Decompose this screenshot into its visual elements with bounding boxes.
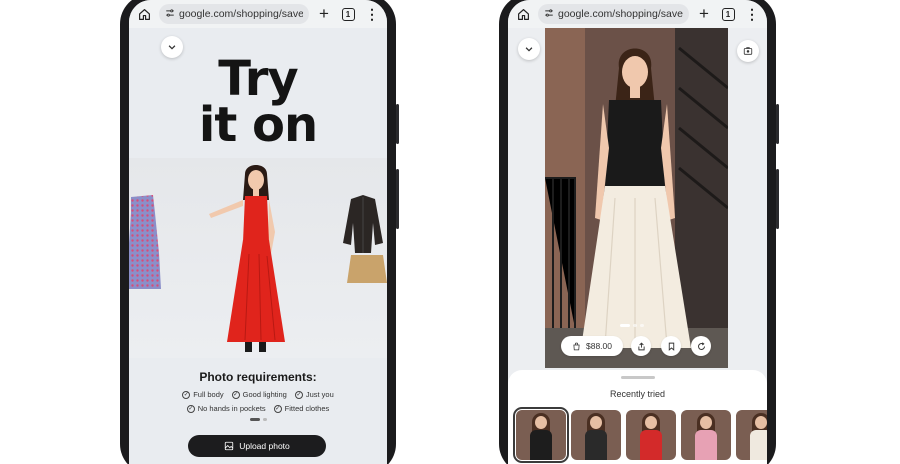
requirement-item: ✓ Fitted clothes: [273, 404, 330, 413]
jacket-and-skirt-image: [343, 195, 387, 283]
requirement-item: ✓ Full body: [182, 390, 224, 399]
try-on-intro: Try it on Photo requirements: ✓ Full bod…: [129, 28, 387, 464]
shopping-bag-icon: [573, 342, 580, 350]
recently-tried-list: [513, 407, 767, 463]
price-button[interactable]: $88.00: [561, 336, 623, 356]
recently-tried-sheet: Recently tried: [508, 370, 767, 464]
chevron-down-icon: [525, 47, 533, 52]
volume-button: [776, 104, 779, 144]
site-settings-icon[interactable]: [544, 5, 554, 23]
carousel-dot[interactable]: [249, 418, 260, 421]
collapse-button[interactable]: [518, 38, 540, 60]
collapse-button[interactable]: [161, 36, 183, 58]
check-circle-icon: ✓: [294, 390, 303, 399]
browser-toolbar: google.com/shopping/save + 1 ⋮: [129, 0, 387, 28]
right-screen: google.com/shopping/save + 1 ⋮ $88.00 Re…: [508, 0, 767, 464]
price-label: $88.00: [586, 341, 612, 351]
requirement-label: Fitted clothes: [284, 404, 330, 413]
more-menu-icon[interactable]: ⋮: [743, 5, 761, 23]
recently-tried-thumbnail[interactable]: [571, 410, 621, 460]
refresh-icon: [697, 341, 705, 350]
tab-count: 1: [721, 7, 735, 21]
upload-photo-button[interactable]: Upload photo: [188, 435, 326, 457]
model-red-dress-image: [209, 165, 285, 352]
requirements-row-1: ✓ Full body ✓ Good lighting ✓ Just you: [129, 390, 387, 399]
tab-count: 1: [341, 7, 355, 21]
requirement-label: No hands in pockets: [197, 404, 266, 413]
recently-tried-thumbnail[interactable]: [736, 410, 767, 460]
scene: google.com/shopping/save + 1 ⋮ Try it on: [0, 0, 900, 464]
requirement-label: Full body: [193, 390, 224, 399]
power-button: [776, 169, 779, 229]
check-circle-icon: ✓: [182, 390, 191, 399]
page-title: Try it on: [129, 51, 387, 153]
url-text: google.com/shopping/save: [558, 8, 683, 20]
tab-switcher-icon[interactable]: 1: [719, 5, 737, 23]
share-button[interactable]: [631, 336, 651, 356]
carousel-dot[interactable]: [633, 324, 637, 327]
requirement-item: ✓ Good lighting: [231, 390, 287, 399]
tab-switcher-icon[interactable]: 1: [339, 5, 357, 23]
requirement-item: ✓ No hands in pockets: [186, 404, 266, 413]
new-tab-icon[interactable]: +: [315, 4, 333, 23]
home-icon[interactable]: [135, 5, 153, 23]
site-settings-icon[interactable]: [165, 5, 175, 23]
try-on-photo: [545, 28, 728, 368]
left-screen: google.com/shopping/save + 1 ⋮ Try it on: [129, 0, 387, 464]
share-icon: [637, 341, 645, 350]
image-icon: [225, 441, 234, 451]
bookmark-icon: [668, 342, 674, 351]
recently-tried-thumbnail[interactable]: [681, 410, 731, 460]
save-button[interactable]: [661, 336, 681, 356]
camera-icon: [743, 47, 753, 55]
requirements-title: Photo requirements:: [199, 370, 317, 384]
browser-toolbar: google.com/shopping/save + 1 ⋮: [508, 0, 767, 28]
carousel-dot[interactable]: [262, 418, 267, 421]
requirement-label: Good lighting: [242, 390, 287, 399]
requirement-label: Just you: [305, 390, 334, 399]
carousel-dot[interactable]: [640, 324, 644, 327]
camera-button[interactable]: [737, 40, 759, 62]
patterned-dress-image: [129, 195, 161, 289]
carousel-indicator: [129, 418, 387, 421]
requirement-item: ✓ Just you: [294, 390, 334, 399]
check-circle-icon: ✓: [186, 404, 195, 413]
title-line-2: it on: [198, 97, 318, 153]
retry-button[interactable]: [691, 336, 711, 356]
check-circle-icon: ✓: [231, 390, 240, 399]
left-phone: google.com/shopping/save + 1 ⋮ Try it on: [120, 0, 399, 464]
volume-button: [396, 104, 399, 144]
recently-tried-title: Recently tried: [609, 389, 666, 399]
requirements-row-2: ✓ No hands in pockets ✓ Fitted clothes: [129, 404, 387, 413]
title-line-1: Try: [218, 51, 298, 107]
photo-carousel-indicator: [620, 324, 644, 327]
new-tab-icon[interactable]: +: [695, 4, 713, 23]
power-button: [396, 169, 399, 229]
sheet-drag-handle[interactable]: [620, 376, 655, 379]
photo-requirements: Photo requirements: ✓ Full body ✓ Good l…: [129, 370, 387, 421]
recently-tried-thumbnail[interactable]: [626, 410, 676, 460]
address-bar[interactable]: google.com/shopping/save: [538, 4, 689, 24]
carousel-dot[interactable]: [620, 324, 630, 327]
upload-photo-label: Upload photo: [239, 441, 290, 451]
check-circle-icon: ✓: [273, 404, 282, 413]
chevron-down-icon: [168, 45, 176, 50]
address-bar[interactable]: google.com/shopping/save: [159, 4, 309, 24]
url-text: google.com/shopping/save: [179, 8, 303, 20]
home-icon[interactable]: [514, 5, 532, 23]
recently-tried-thumbnail[interactable]: [513, 407, 569, 463]
right-phone: google.com/shopping/save + 1 ⋮ $88.00 Re…: [499, 0, 779, 464]
model-photo-image: [545, 28, 728, 368]
more-menu-icon[interactable]: ⋮: [363, 5, 381, 23]
try-on-result: $88.00 Recently tried: [508, 28, 767, 464]
